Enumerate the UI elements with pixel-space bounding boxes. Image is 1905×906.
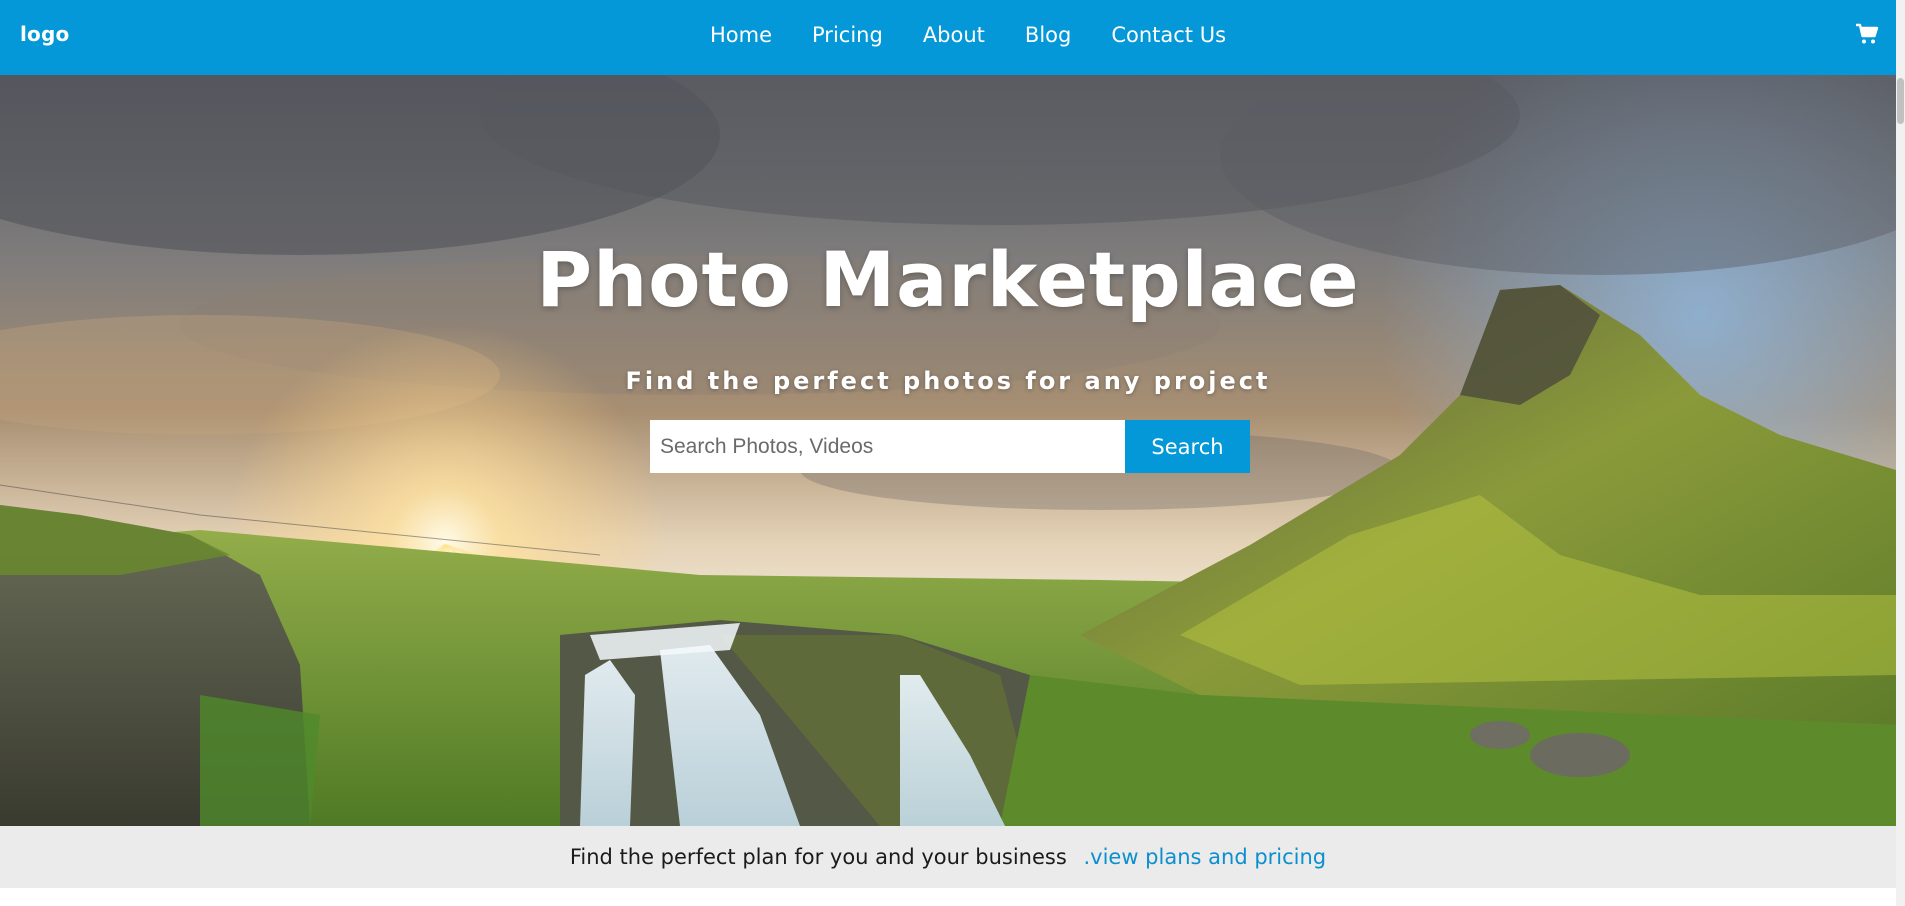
scrollbar-thumb[interactable]: [1897, 78, 1904, 124]
search-button[interactable]: Search: [1125, 420, 1250, 473]
shopping-cart-icon[interactable]: [1855, 22, 1879, 46]
navbar: logo Home Pricing About Blog Contact Us: [0, 0, 1905, 75]
search-input[interactable]: [650, 420, 1125, 473]
search-bar: Search: [650, 420, 1250, 473]
hero-subtitle: Find the perfect photos for any project: [625, 367, 1271, 395]
nav-contact-us[interactable]: Contact Us: [1111, 20, 1226, 50]
logo[interactable]: logo: [20, 22, 69, 46]
vertical-scrollbar[interactable]: [1896, 0, 1905, 906]
hero-section: Photo Marketplace Find the perfect photo…: [0, 75, 1896, 826]
hero-title: Photo Marketplace: [536, 235, 1360, 324]
nav-pricing[interactable]: Pricing: [812, 20, 883, 50]
page-below-fold: [0, 888, 1896, 906]
banner-text: Find the perfect plan for you and your b…: [569, 845, 1067, 869]
nav-links: Home Pricing About Blog Contact Us: [710, 20, 1266, 50]
nav-home[interactable]: Home: [710, 20, 772, 50]
pricing-banner: Find the perfect plan for you and your b…: [0, 826, 1896, 888]
nav-blog[interactable]: Blog: [1025, 20, 1071, 50]
view-plans-link[interactable]: .view plans and pricing: [1083, 845, 1326, 869]
nav-about[interactable]: About: [923, 20, 985, 50]
page: logo Home Pricing About Blog Contact Us: [0, 0, 1905, 906]
